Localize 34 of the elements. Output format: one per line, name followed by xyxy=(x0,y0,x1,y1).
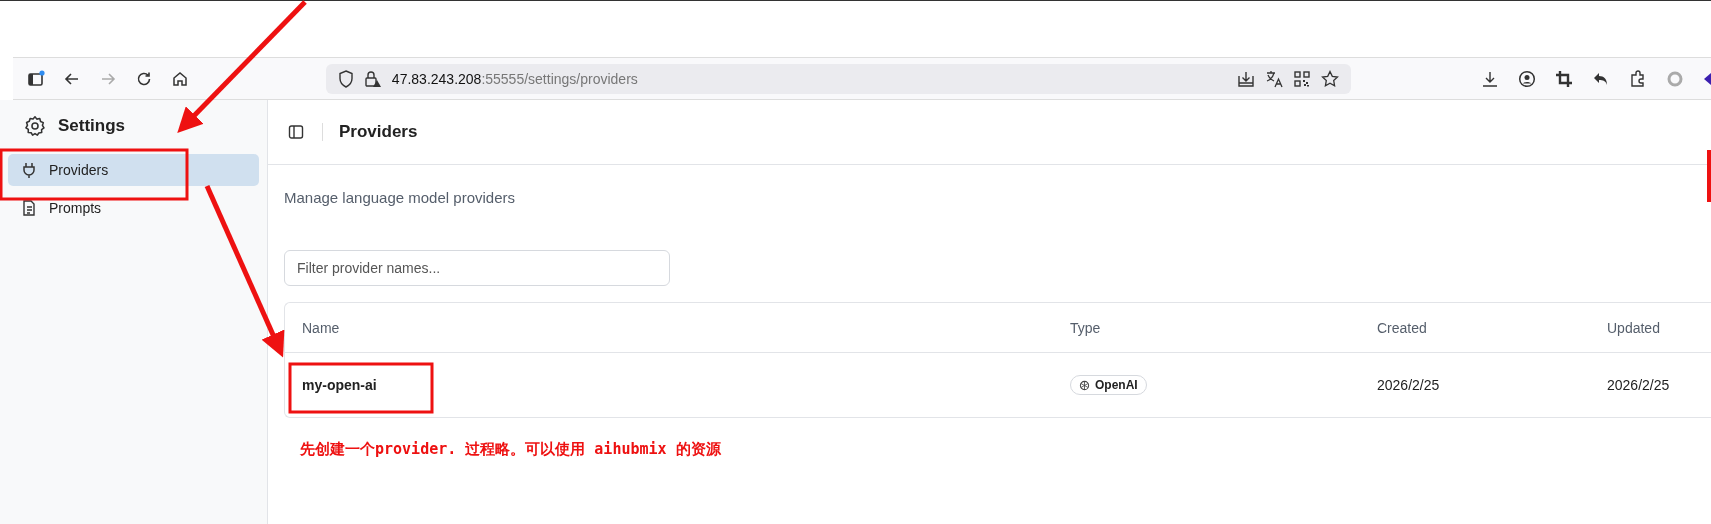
plug-icon xyxy=(22,162,36,178)
column-header: Type xyxy=(1070,319,1102,336)
sidebar-title: Settings xyxy=(58,116,126,136)
crop-icon[interactable] xyxy=(1555,69,1573,88)
shield-icon xyxy=(337,69,354,88)
column-header: Updated xyxy=(1607,319,1661,336)
lock-warning-icon xyxy=(363,69,382,88)
column-header: Name xyxy=(302,319,341,336)
account-icon[interactable] xyxy=(1518,69,1536,88)
download-icon[interactable] xyxy=(1481,69,1499,88)
sidebar-toggle-icon[interactable] xyxy=(27,69,45,88)
settings-icon xyxy=(24,115,46,137)
address-bar[interactable]: 47.83.243.208:55555/settings/providers xyxy=(325,63,1351,94)
star-icon[interactable] xyxy=(1321,69,1339,88)
table-cell-text: 2026/2/25 xyxy=(1377,377,1441,393)
home-icon[interactable] xyxy=(171,69,189,88)
table-cell-text: 2026/2/25 xyxy=(1607,377,1671,393)
panel-toggle-icon[interactable] xyxy=(288,124,304,140)
table-cell-text: my-open-ai xyxy=(302,377,378,393)
url-text: 47.83.243.208:55555/settings/providers xyxy=(391,70,638,87)
qr-code-icon[interactable] xyxy=(1293,69,1311,88)
download-page-icon[interactable] xyxy=(1237,69,1255,88)
extensions-icon[interactable] xyxy=(1629,69,1647,88)
document-icon xyxy=(22,200,36,216)
sidebar-item[interactable]: Providers xyxy=(8,154,259,186)
highlight-box xyxy=(1707,150,1711,202)
page-description: Manage language model providers xyxy=(284,189,516,206)
annotation-text: 先创建一个provider. 过程略。可以使用 aihubmix 的资源 xyxy=(300,440,722,459)
openai-icon xyxy=(1079,379,1090,391)
sidebar-item[interactable]: Prompts xyxy=(8,192,259,224)
column-header: Created xyxy=(1377,319,1428,336)
page-title: Providers xyxy=(339,122,418,142)
translate-icon[interactable] xyxy=(1265,69,1283,88)
filter-field[interactable]: Filter provider names... xyxy=(284,250,670,286)
